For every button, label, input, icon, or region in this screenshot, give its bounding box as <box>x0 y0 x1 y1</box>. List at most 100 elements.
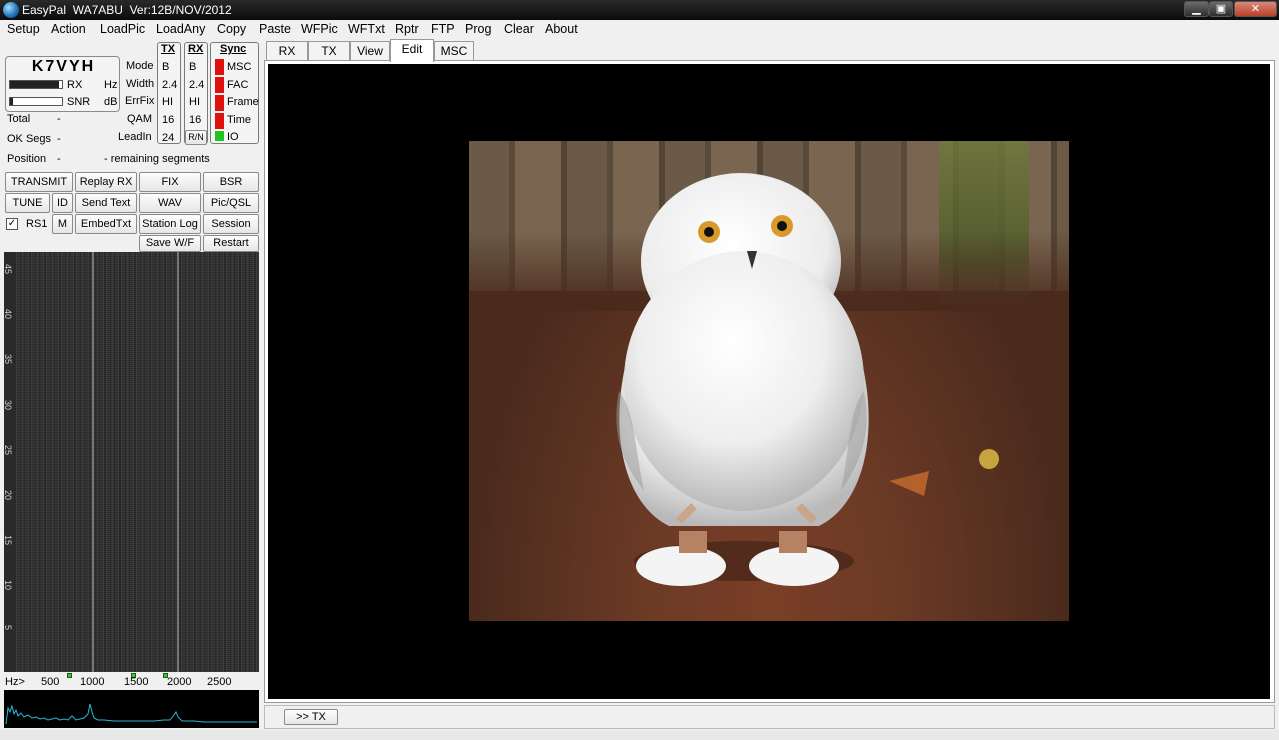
session-button[interactable]: Session <box>203 214 259 234</box>
tune-button[interactable]: TUNE <box>5 193 50 213</box>
replay-rx-button[interactable]: Replay RX <box>75 172 137 192</box>
wf-scale-20: 20 <box>4 490 13 501</box>
embed-txt-button[interactable]: EmbedTxt <box>75 214 137 234</box>
tx-mode-value: B <box>162 61 170 73</box>
send-text-button[interactable]: Send Text <box>75 193 137 213</box>
param-label-mode: Mode <box>126 60 154 72</box>
window-title: EasyPal WA7ABU Ver:12B/NOV/2012 <box>22 3 232 17</box>
param-label-qam: QAM <box>127 113 153 125</box>
callsign-panel: K7VYH RX Hz SNR dB <box>5 56 120 112</box>
sync-header: Sync <box>220 43 247 55</box>
maximize-button[interactable]: ▣ <box>1209 1 1233 17</box>
total-label: Total <box>7 113 31 125</box>
wf-scale-30: 30 <box>4 400 13 411</box>
menu-clear[interactable]: Clear <box>504 22 534 36</box>
menu-bar: Setup Action LoadPic LoadAny Copy Paste … <box>0 20 1279 39</box>
menu-paste[interactable]: Paste <box>259 22 291 36</box>
sync-time-label: Time <box>227 114 252 126</box>
menu-action[interactable]: Action <box>51 22 86 36</box>
spectrum-trace <box>5 703 257 725</box>
callsign: K7VYH <box>31 58 96 75</box>
rx-width-value: 2.4 <box>189 79 205 91</box>
io-led-icon <box>215 131 224 141</box>
tab-rx[interactable]: RX <box>266 41 308 61</box>
rx-params-column: RX B 2.4 HI 16 R/N <box>184 42 208 145</box>
position-label: Position <box>7 153 47 165</box>
sync-column: Sync MSC FAC Frame Time IO <box>210 42 259 144</box>
wav-button[interactable]: WAV <box>139 193 201 213</box>
snr-label: SNR <box>67 96 91 108</box>
param-label-width: Width <box>126 78 155 90</box>
menu-ftp[interactable]: FTP <box>431 22 455 36</box>
restart-button[interactable]: Restart <box>203 235 259 252</box>
menu-wfpic[interactable]: WFPic <box>301 22 338 36</box>
freq-marker-icon <box>67 673 72 678</box>
param-label-leadin: LeadIn <box>118 131 152 143</box>
easypal-window: EasyPal WA7ABU Ver:12B/NOV/2012 ▁ ▣ ✕ Se… <box>0 0 1279 740</box>
position-value: - <box>57 153 61 165</box>
tab-tx[interactable]: TX <box>308 41 350 61</box>
wf-scale-15: 15 <box>4 535 13 546</box>
waterfall-display[interactable]: 45 40 35 30 25 20 15 10 5 <box>4 252 259 672</box>
waterfall-marker-line <box>92 252 94 672</box>
wf-scale-45: 45 <box>4 264 13 275</box>
menu-wftxt[interactable]: WFTxt <box>348 22 385 36</box>
id-button[interactable]: ID <box>52 193 73 213</box>
menu-setup[interactable]: Setup <box>7 22 40 36</box>
tab-view[interactable]: View <box>350 41 390 61</box>
rx-header: RX <box>188 43 204 55</box>
title-bar: EasyPal WA7ABU Ver:12B/NOV/2012 ▁ ▣ ✕ <box>0 0 1279 20</box>
tab-msc[interactable]: MSC <box>434 41 474 61</box>
tx-width-value: 2.4 <box>162 79 178 91</box>
m-button[interactable]: M <box>52 214 73 234</box>
spectrum-display <box>4 690 259 728</box>
tx-header: TX <box>161 43 176 55</box>
transmit-button[interactable]: TRANSMIT <box>5 172 73 192</box>
menu-about[interactable]: About <box>545 22 578 36</box>
menu-prog[interactable]: Prog <box>465 22 491 36</box>
globe-icon <box>3 2 19 18</box>
wf-scale-10: 10 <box>4 580 13 591</box>
hz-tick-2000: 2000 <box>167 676 192 688</box>
remaining-segments-label: - remaining segments <box>104 153 210 165</box>
hz-tick-500: 500 <box>41 676 60 688</box>
wf-scale-5: 5 <box>4 625 13 631</box>
rx-qam-value: 16 <box>189 114 202 126</box>
db-unit-label: dB <box>104 96 118 108</box>
hz-unit-label: Hz <box>104 79 118 91</box>
wf-scale-40: 40 <box>4 309 13 320</box>
hz-tick-1000: 1000 <box>80 676 105 688</box>
fix-button[interactable]: FIX <box>139 172 201 192</box>
owl-photo <box>469 141 1069 621</box>
pic-qsl-button[interactable]: Pic/QSL <box>203 193 259 213</box>
sync-io-label: IO <box>227 131 239 143</box>
ok-segs-label: OK Segs <box>7 133 52 145</box>
save-wf-button[interactable]: Save W/F <box>139 235 201 252</box>
menu-rptr[interactable]: Rptr <box>395 22 419 36</box>
rx-label: RX <box>67 79 83 91</box>
bsr-button[interactable]: BSR <box>203 172 259 192</box>
sync-fac-label: FAC <box>227 79 249 91</box>
snowy-owl-illustration <box>616 173 999 586</box>
hz-tick-1500: 1500 <box>124 676 149 688</box>
close-button[interactable]: ✕ <box>1234 1 1277 17</box>
rs1-checkbox[interactable]: ✓ <box>6 218 18 230</box>
rs1-label: RS1 <box>26 218 48 230</box>
snr-meter <box>9 97 63 106</box>
menu-copy[interactable]: Copy <box>217 22 246 36</box>
waterfall-marker-line <box>177 252 179 672</box>
rn-button[interactable]: R/N <box>185 130 207 145</box>
sync-frame-label: Frame <box>227 96 259 108</box>
tx-leadin-value: 24 <box>162 132 175 144</box>
minimize-button[interactable]: ▁ <box>1184 1 1209 17</box>
station-log-button[interactable]: Station Log <box>139 214 201 234</box>
menu-loadany[interactable]: LoadAny <box>156 22 205 36</box>
tab-edit[interactable]: Edit <box>390 39 434 62</box>
tx-qam-value: 16 <box>162 114 175 126</box>
send-to-tx-button[interactable]: >> TX <box>284 709 338 725</box>
hz-tick-2500: 2500 <box>207 676 232 688</box>
fac-led-icon <box>215 77 224 93</box>
sync-msc-label: MSC <box>227 61 252 73</box>
frame-led-icon <box>215 95 224 111</box>
menu-loadpic[interactable]: LoadPic <box>100 22 145 36</box>
